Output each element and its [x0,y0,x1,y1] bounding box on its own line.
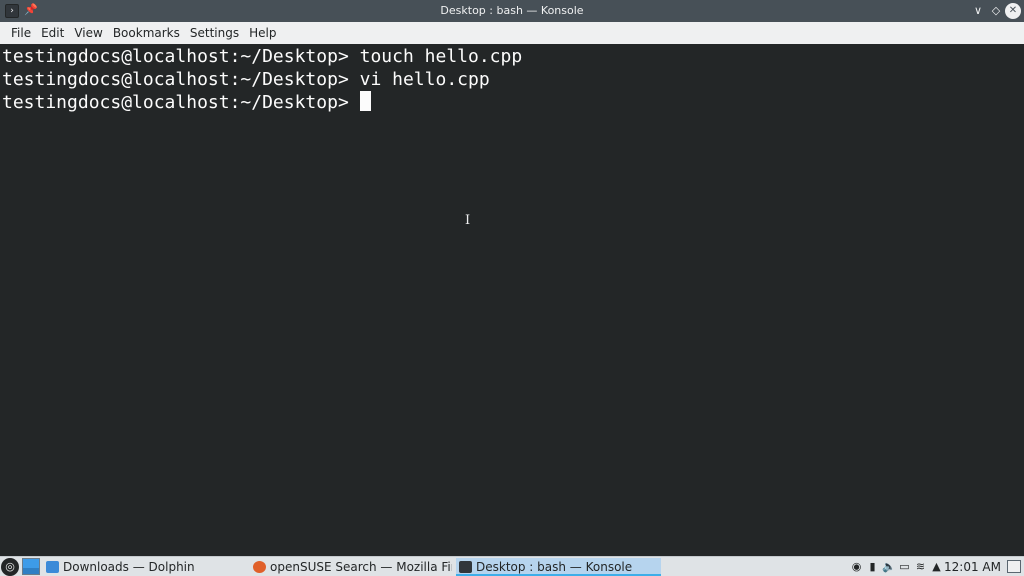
clock[interactable]: 12:01 AM [944,557,1001,576]
show-desktop-icon[interactable] [1007,560,1021,573]
menu-bar: File Edit View Bookmarks Settings Help [0,22,1024,44]
task-label: Downloads — Dolphin [63,560,195,574]
ibeam-cursor-icon: I [465,213,471,228]
task-label: Desktop : bash — Konsole [476,560,633,574]
terminal-line: testingdocs@localhost:~/Desktop> vi hell… [2,68,490,90]
menu-help[interactable]: Help [244,22,281,44]
menu-edit[interactable]: Edit [36,22,69,44]
folder-icon [46,561,59,573]
terminal-line: testingdocs@localhost:~/Desktop> touch h… [2,46,523,67]
terminal-prompt: testingdocs@localhost:~/Desktop> [2,92,360,113]
menu-bookmarks[interactable]: Bookmarks [108,22,185,44]
task-label: openSUSE Search — Mozilla Firef... [270,560,452,574]
terminal-prompt-line: testingdocs@localhost:~/Desktop> [2,91,1024,114]
konsole-app-icon[interactable]: › [5,4,19,18]
window-titlebar[interactable]: › 📌 Desktop : bash — Konsole ∨ ◇ ✕ [0,0,1024,22]
konsole-icon [459,561,472,573]
pin-icon[interactable]: 📌 [24,3,38,17]
window-title: Desktop : bash — Konsole [440,4,584,17]
pager-desktop[interactable] [23,568,39,574]
text-cursor [359,91,371,111]
maximize-button[interactable]: ◇ [988,3,1004,19]
terminal-area[interactable]: testingdocs@localhost:~/Desktop> touch h… [0,44,1024,556]
taskbar: ◎ Downloads — Dolphin openSUSE Search — … [0,556,1024,576]
task-firefox[interactable]: openSUSE Search — Mozilla Firef... [250,558,452,576]
network-icon[interactable]: ≋ [914,560,927,573]
battery-icon[interactable]: ▮ [866,560,879,573]
volume-icon[interactable]: 🔈 [882,560,896,573]
tray-expand-icon[interactable]: ▲ [930,560,943,573]
menu-file[interactable]: File [6,22,36,44]
firefox-icon [253,561,266,573]
close-button[interactable]: ✕ [1005,3,1021,19]
minimize-button[interactable]: ∨ [970,3,986,19]
task-konsole[interactable]: Desktop : bash — Konsole [456,558,661,576]
virtual-desktop-pager[interactable] [22,558,40,575]
clipboard-icon[interactable]: ◉ [850,560,863,573]
menu-view[interactable]: View [69,22,107,44]
task-dolphin[interactable]: Downloads — Dolphin [43,558,246,576]
menu-settings[interactable]: Settings [185,22,244,44]
device-notifier-icon[interactable]: ▭ [898,560,911,573]
application-launcher-icon[interactable]: ◎ [1,558,19,576]
